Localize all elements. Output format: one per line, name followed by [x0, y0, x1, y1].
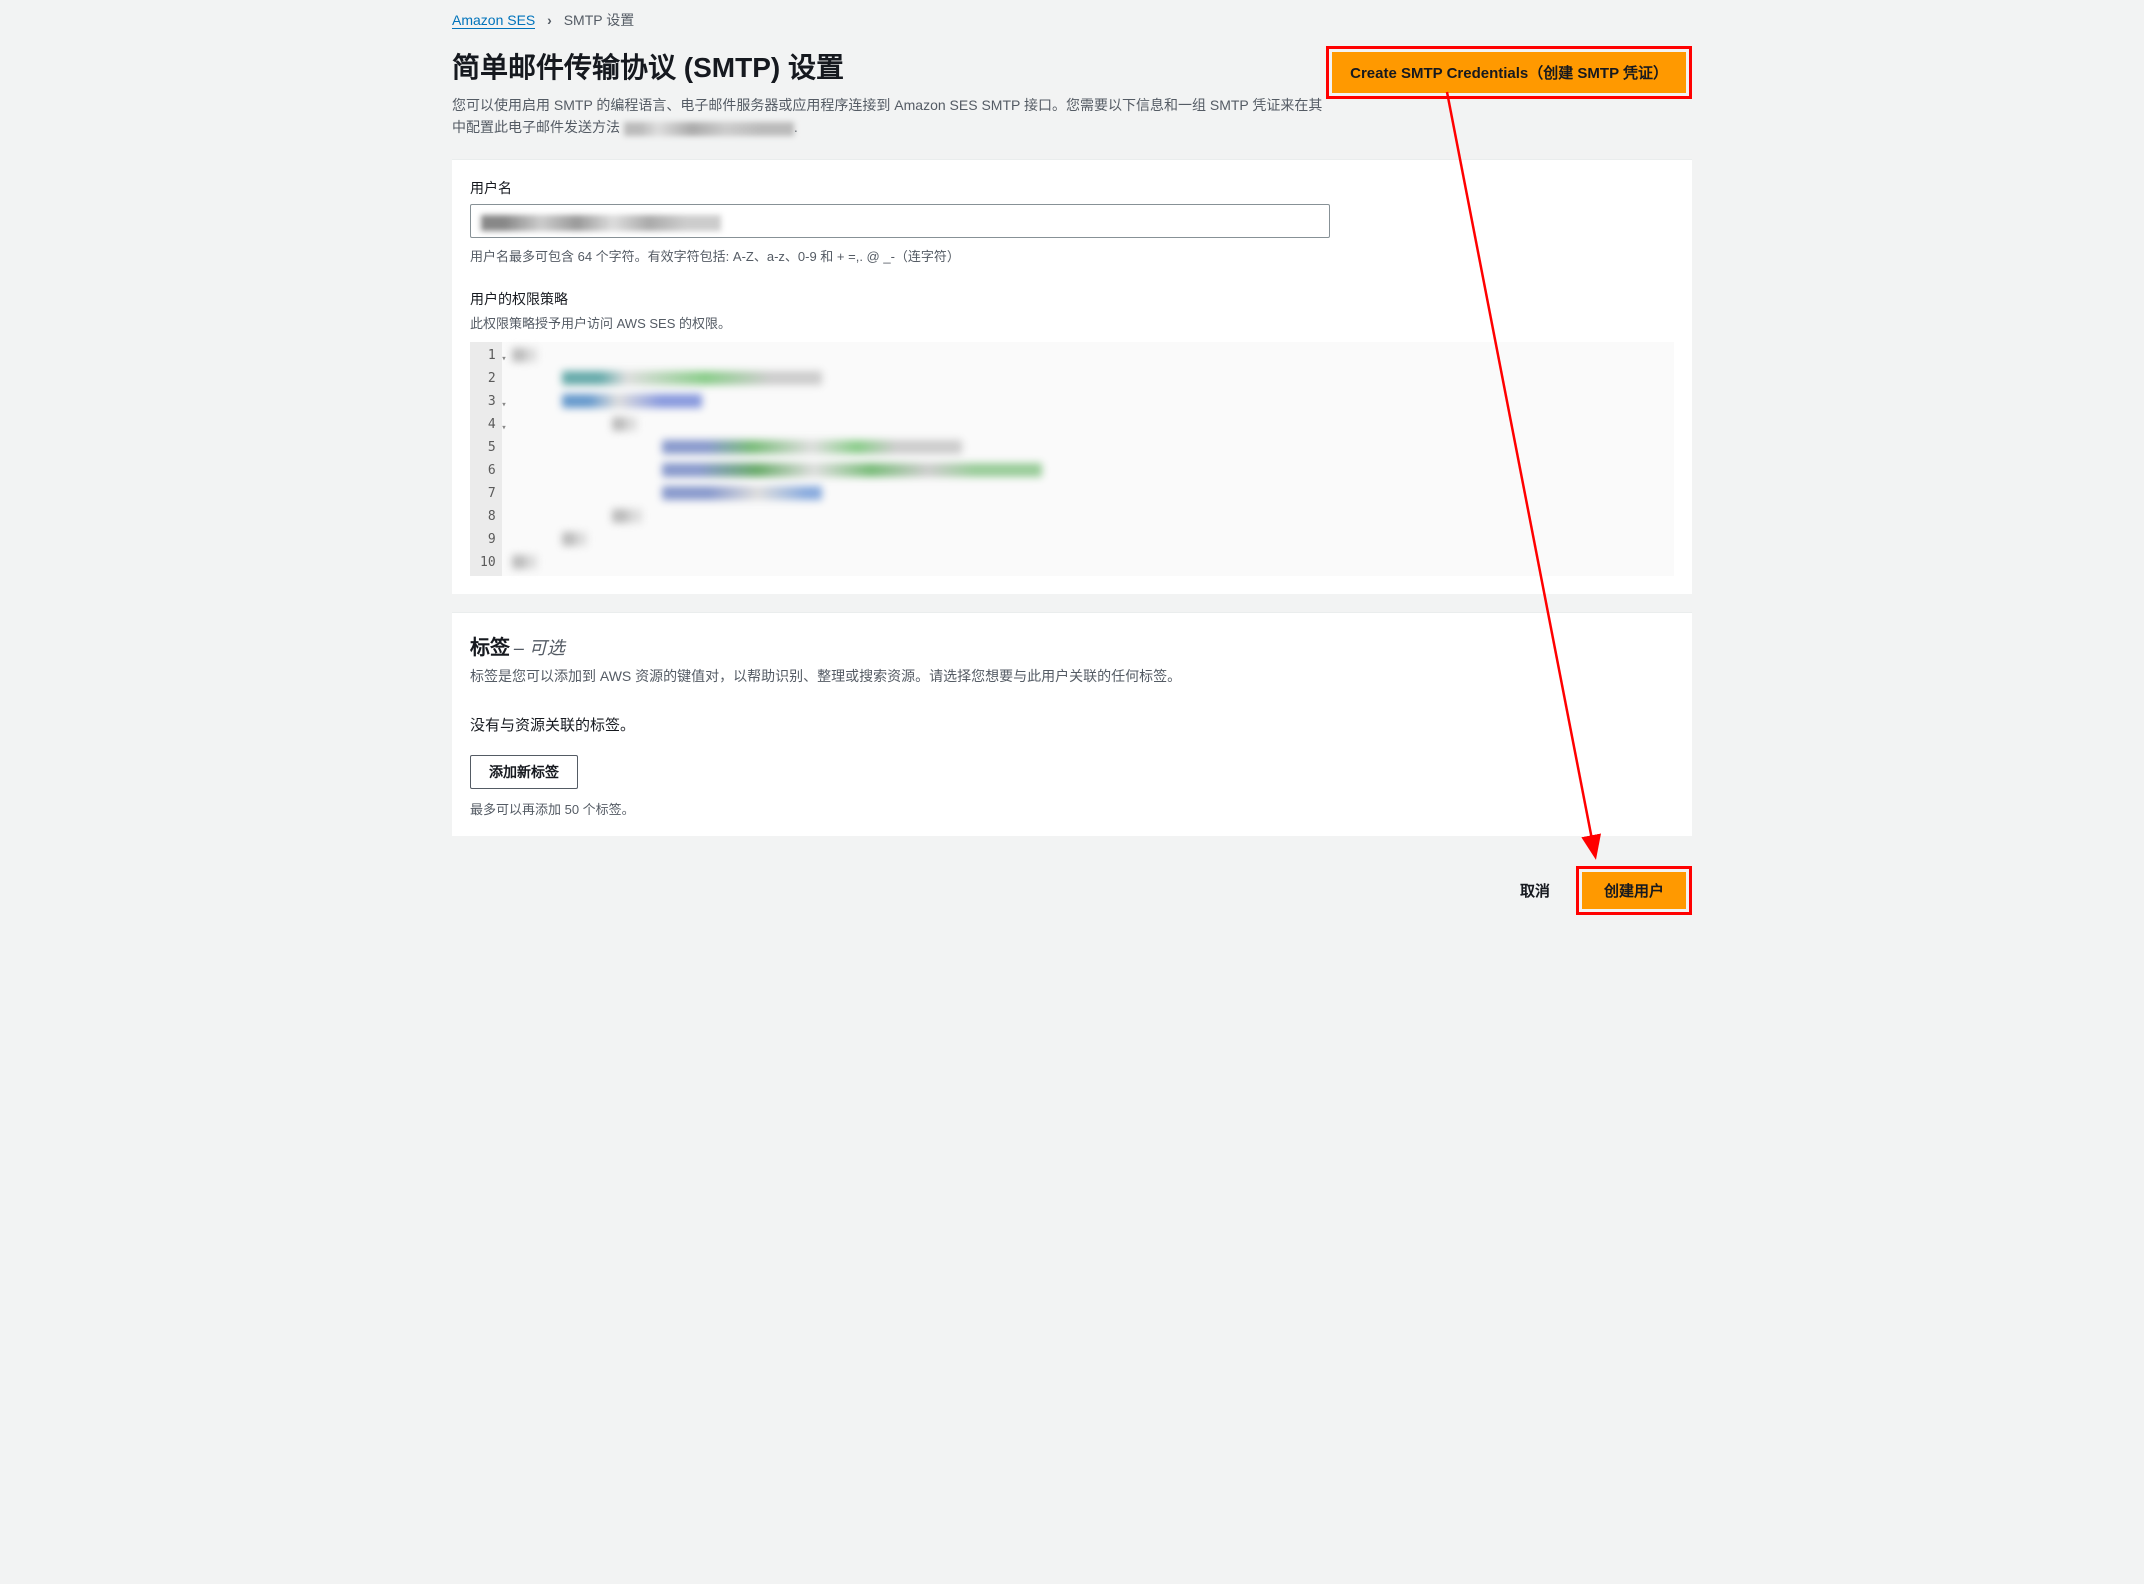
user-panel: 用户名 用户名最多可包含 64 个字符。有效字符包括: A-Z、a-z、0-9 … — [452, 159, 1692, 594]
redacted-username-value — [481, 215, 721, 231]
breadcrumb-current: SMTP 设置 — [564, 12, 635, 28]
tags-empty-state: 没有与资源关联的标签。 — [470, 714, 1674, 735]
tags-optional: – 可选 — [514, 638, 565, 658]
footer-actions: 取消 创建用户 — [432, 854, 1712, 931]
add-tag-button[interactable]: 添加新标签 — [470, 755, 578, 789]
annotation-highlight-create-user: 创建用户 — [1576, 866, 1692, 915]
breadcrumb: Amazon SES › SMTP 设置 — [432, 0, 1712, 30]
annotation-highlight-create: Create SMTP Credentials（创建 SMTP 凭证） — [1326, 46, 1692, 99]
tags-description: 标签是您可以添加到 AWS 资源的键值对，以帮助识别、整理或搜索资源。请选择您想… — [470, 666, 1674, 686]
cancel-button[interactable]: 取消 — [1510, 872, 1560, 909]
create-smtp-credentials-button[interactable]: Create SMTP Credentials（创建 SMTP 凭证） — [1332, 52, 1686, 93]
tags-title: 标签 — [470, 637, 510, 659]
username-input[interactable] — [470, 204, 1330, 238]
page-description: 您可以使用启用 SMTP 的编程语言、电子邮件服务器或应用程序连接到 Amazo… — [452, 94, 1326, 139]
redacted-text — [624, 122, 794, 136]
policy-title: 用户的权限策略 — [470, 289, 1674, 309]
username-label: 用户名 — [470, 178, 1674, 198]
page-title: 简单邮件传输协议 (SMTP) 设置 — [452, 46, 1326, 86]
code-body — [502, 342, 1674, 576]
username-help: 用户名最多可包含 64 个字符。有效字符包括: A-Z、a-z、0-9 和 + … — [470, 246, 1674, 265]
code-gutter: 1 2 3 4 5 6 7 8 9 10 — [470, 342, 502, 576]
tags-panel: 标签 – 可选 标签是您可以添加到 AWS 资源的键值对，以帮助识别、整理或搜索… — [452, 612, 1692, 836]
chevron-right-icon: › — [547, 12, 552, 28]
breadcrumb-root[interactable]: Amazon SES — [452, 12, 535, 29]
policy-subtitle: 此权限策略授予用户访问 AWS SES 的权限。 — [470, 313, 1674, 332]
policy-code-editor[interactable]: 1 2 3 4 5 6 7 8 9 10 — [470, 342, 1674, 576]
tags-limit: 最多可以再添加 50 个标签。 — [470, 799, 1674, 818]
create-user-button[interactable]: 创建用户 — [1582, 872, 1686, 909]
